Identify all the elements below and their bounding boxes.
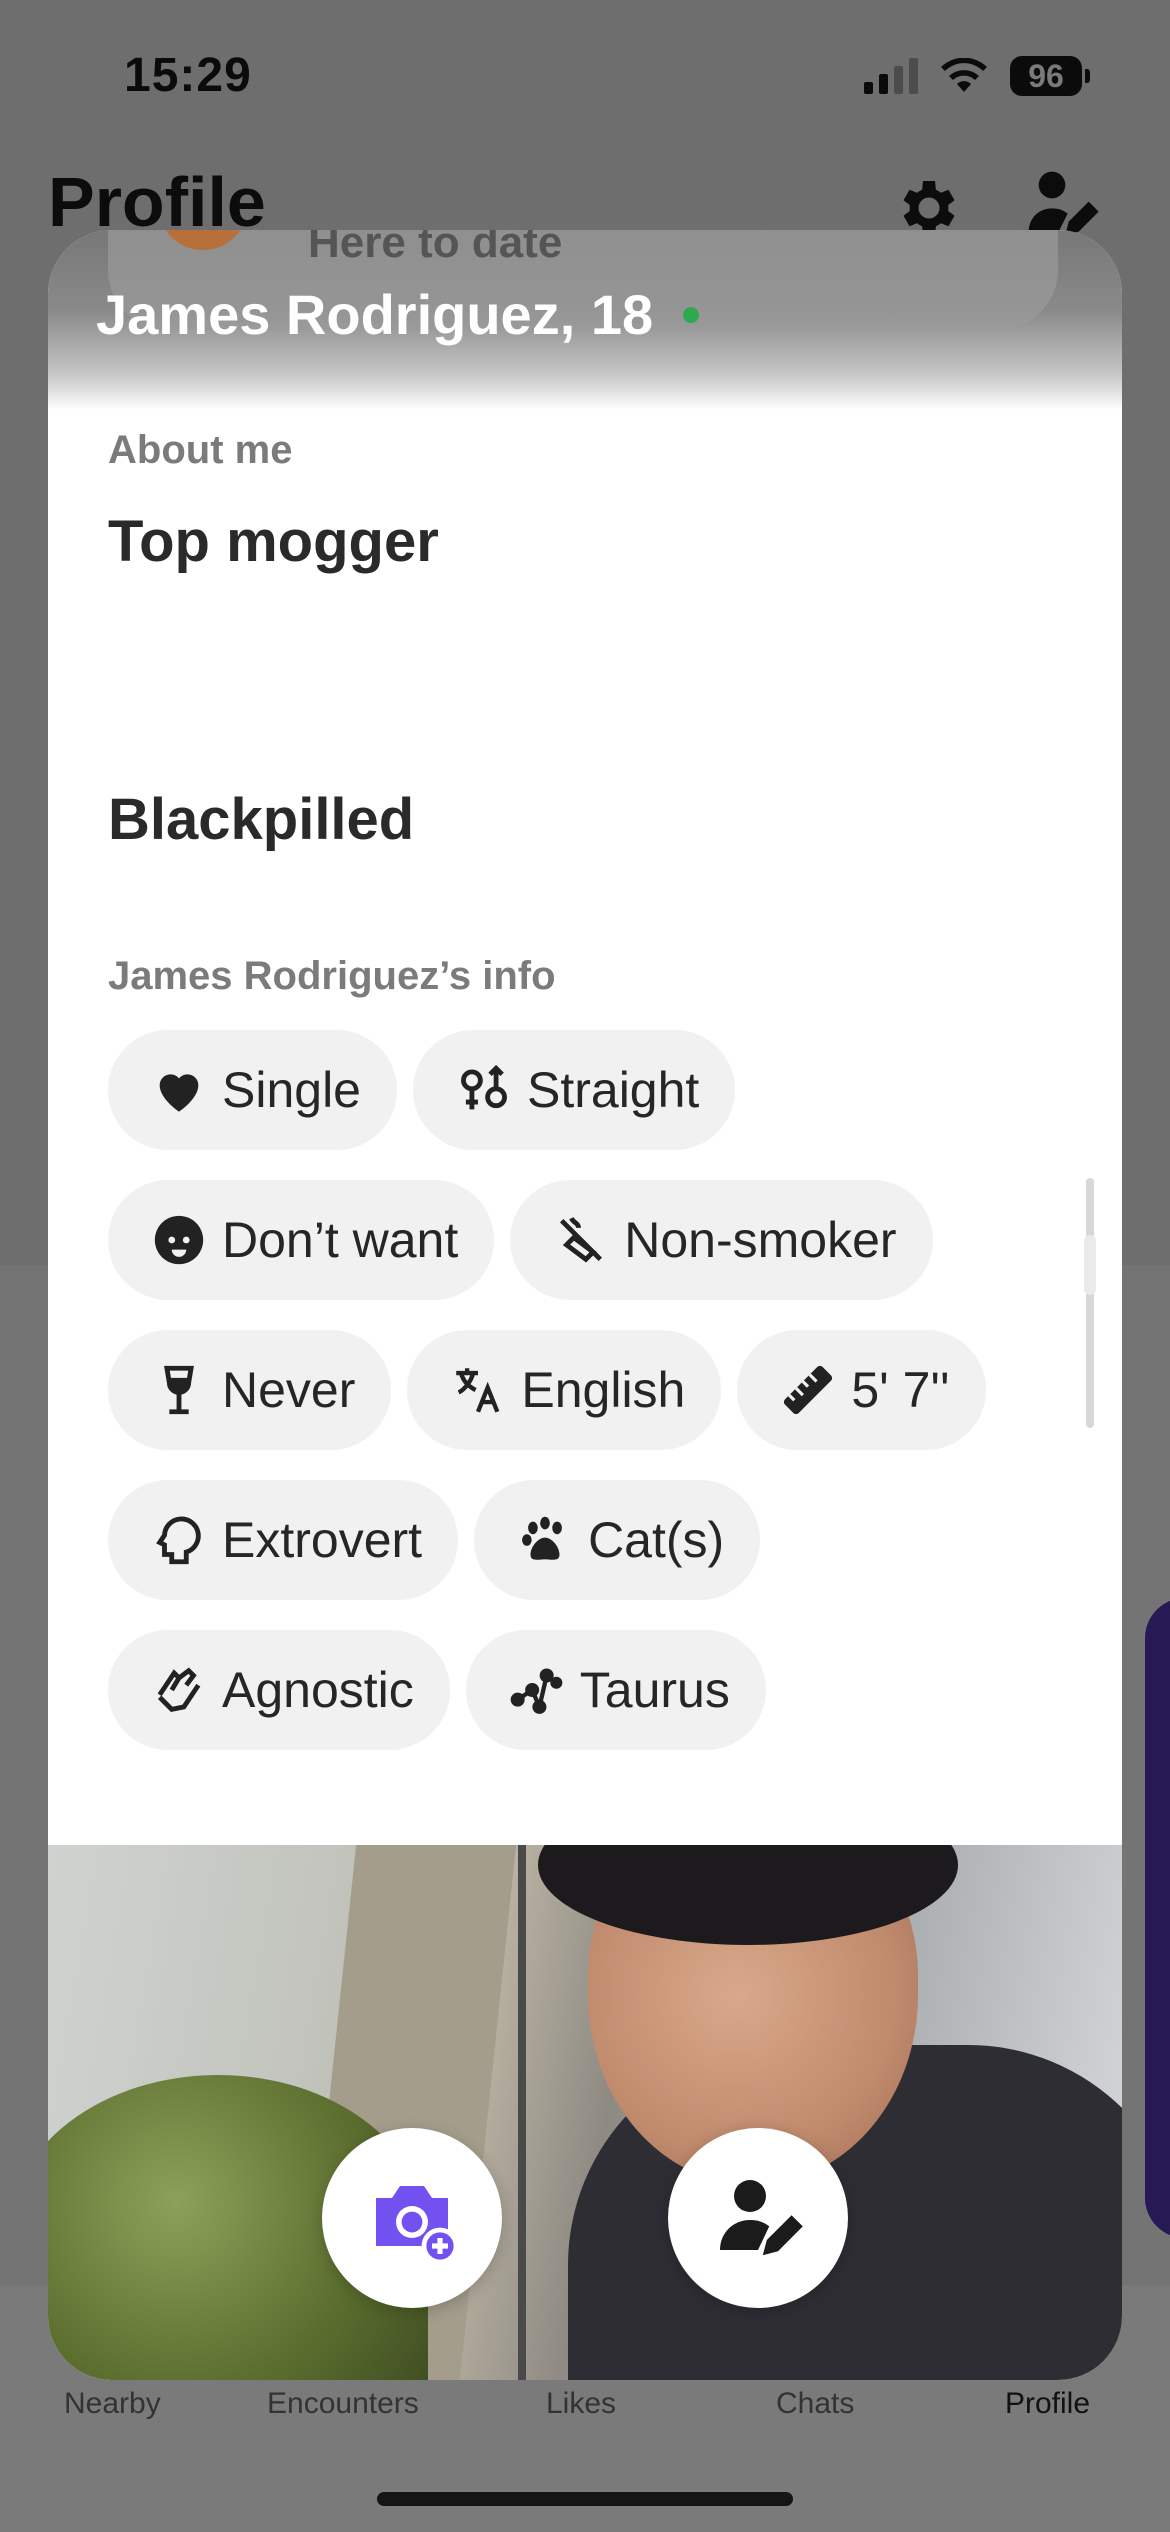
chip-smoking: Non-smoker: [510, 1180, 933, 1300]
next-card-edge: [1145, 1598, 1170, 2238]
profile-name-text: James Rodriguez, 18: [96, 283, 654, 346]
tab-likes[interactable]: Likes: [546, 2387, 616, 2421]
signal-icon: [864, 58, 918, 94]
wifi-icon: [941, 58, 987, 92]
praying-hands-icon: [157, 1667, 201, 1712]
edit-profile-icon: [720, 2180, 803, 2256]
chip-personality: Extrovert: [108, 1480, 459, 1600]
battery-icon: 96: [1010, 56, 1090, 96]
status-time: 15:29: [124, 49, 252, 102]
sheet-header: Here to date James Rodriguez, 18: [48, 230, 1122, 410]
head-icon: [156, 1516, 201, 1565]
online-indicator: [683, 306, 700, 323]
chip-sexuality: Straight: [413, 1030, 736, 1150]
chip-pets: Cat(s): [474, 1480, 761, 1600]
gender-icon: [461, 1064, 507, 1110]
tab-profile[interactable]: Profile: [1005, 2387, 1090, 2421]
chip-kids: Don’t want: [108, 1180, 495, 1300]
wine-glass-icon: [164, 1365, 194, 1415]
ruler-icon: [784, 1365, 833, 1415]
camera-plus-icon: [376, 2186, 459, 2265]
home-indicator: [377, 2492, 793, 2506]
scrollbar-track[interactable]: [1086, 1178, 1094, 1428]
paw-icon: [522, 1516, 562, 1560]
scrollbar-thumb[interactable]: [1084, 1235, 1096, 1295]
profile-name: James Rodriguez, 18: [96, 282, 700, 347]
tab-nearby[interactable]: Nearby: [64, 2387, 161, 2421]
heart-icon: [159, 1074, 199, 1112]
peek-status: Here to date: [308, 230, 563, 267]
about-label: About me: [108, 428, 293, 472]
edit-profile-button[interactable]: [668, 2128, 848, 2308]
translate-icon: [456, 1368, 500, 1413]
baby-icon: [154, 1215, 204, 1265]
no-smoking-icon: [560, 1216, 603, 1263]
chip-height: 5' 7'': [737, 1330, 986, 1450]
status-icons: 96: [864, 56, 1090, 96]
info-label: James Rodriguez’s info: [108, 954, 556, 998]
chip-drinking: Never: [108, 1330, 392, 1450]
chip-relationship: Single: [108, 1030, 397, 1150]
tab-encounters[interactable]: Encounters: [267, 2387, 419, 2421]
chip-language: English: [407, 1330, 722, 1450]
about-line-1: Top mogger: [108, 509, 439, 574]
tab-chats[interactable]: Chats: [776, 2387, 854, 2421]
profile-sheet[interactable]: Here to date James Rodriguez, 18 About m…: [48, 230, 1122, 2380]
info-chips: Single Straight Don’t want Non-smoker Ne…: [108, 1030, 1088, 1780]
profile-photo[interactable]: [48, 1845, 1122, 2380]
chip-religion: Agnostic: [108, 1630, 450, 1750]
chip-zodiac: Taurus: [465, 1630, 766, 1750]
constellation-icon: [510, 1668, 563, 1714]
about-line-2: Blackpilled: [108, 787, 415, 852]
battery-level: 96: [1010, 56, 1082, 96]
add-photo-button[interactable]: [322, 2128, 502, 2308]
